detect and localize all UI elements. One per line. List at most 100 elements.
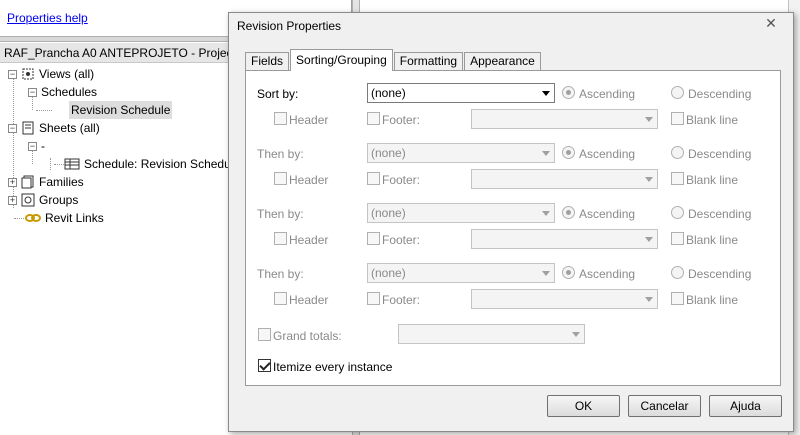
then-ascending-label: Ascending xyxy=(579,207,636,221)
revision-properties-dialog: Revision Properties ✕ Fields Sorting/Gro… xyxy=(228,12,794,432)
then-by-label: Then by: xyxy=(257,267,304,281)
cancel-button[interactable]: Cancelar xyxy=(628,395,701,417)
then-footer-checkbox[interactable] xyxy=(367,232,380,245)
tree-item-sheet-dash[interactable]: − - xyxy=(28,137,45,155)
sort-ascending-label: Ascending xyxy=(579,87,636,101)
chevron-down-icon xyxy=(572,332,580,337)
grand-totals-select[interactable] xyxy=(398,324,585,344)
sort-footer-checkbox[interactable] xyxy=(367,112,380,125)
then-blank-line-label: Blank line xyxy=(686,293,739,307)
tree-item-sheets[interactable]: − Sheets (all) xyxy=(8,119,100,137)
then-ascending-radio[interactable] xyxy=(562,206,575,219)
chevron-down-icon xyxy=(645,177,653,182)
then-blank-line-checkbox[interactable] xyxy=(671,232,684,245)
sort-footer-select[interactable] xyxy=(471,109,658,129)
itemize-checkbox[interactable] xyxy=(258,359,271,372)
then-footer-select[interactable] xyxy=(471,289,658,309)
then-ascending-radio[interactable] xyxy=(562,146,575,159)
then-header-checkbox[interactable] xyxy=(274,232,287,245)
chevron-down-icon xyxy=(645,297,653,302)
tab-fields[interactable]: Fields xyxy=(245,52,290,71)
then-footer-label: Footer: xyxy=(382,173,421,187)
chevron-down-icon xyxy=(542,151,550,156)
link-icon xyxy=(25,211,41,225)
then-footer-label: Footer: xyxy=(382,293,421,307)
then-footer-select[interactable] xyxy=(471,229,658,249)
schedule-table-icon xyxy=(64,157,80,171)
then-blank-line-label: Blank line xyxy=(686,233,739,247)
close-button[interactable]: ✕ xyxy=(751,13,791,33)
then-footer-label: Footer: xyxy=(382,233,421,247)
then-by-label: Then by: xyxy=(257,207,304,221)
views-icon xyxy=(21,67,35,81)
collapse-icon[interactable]: − xyxy=(8,69,17,79)
expand-icon[interactable]: + xyxy=(8,195,17,205)
then-descending-radio[interactable] xyxy=(671,146,684,159)
chevron-down-icon xyxy=(542,211,550,216)
tab-appearance[interactable]: Appearance xyxy=(464,52,541,71)
collapse-icon[interactable]: − xyxy=(8,123,17,133)
then-descending-label: Descending xyxy=(688,147,752,161)
chevron-down-icon xyxy=(542,271,550,276)
tab-strip: Fields Sorting/Grouping Formatting Appea… xyxy=(245,49,542,71)
families-icon xyxy=(21,175,35,189)
then-header-checkbox[interactable] xyxy=(274,172,287,185)
collapse-icon[interactable]: − xyxy=(28,141,37,151)
sort-blank-line-label: Blank line xyxy=(686,113,739,127)
tree-item-schedules[interactable]: − Schedules xyxy=(28,83,97,101)
then-footer-checkbox[interactable] xyxy=(367,292,380,305)
sort-header-label: Header xyxy=(289,113,329,127)
chevron-down-icon xyxy=(645,237,653,242)
chevron-down-icon xyxy=(542,91,550,96)
then-descending-label: Descending xyxy=(688,207,752,221)
groups-icon xyxy=(21,193,35,207)
then-by-select[interactable]: (none) xyxy=(367,263,555,283)
then-blank-line-checkbox[interactable] xyxy=(671,172,684,185)
then-descending-label: Descending xyxy=(688,267,752,281)
then-descending-radio[interactable] xyxy=(671,206,684,219)
close-icon: ✕ xyxy=(765,14,777,31)
tab-sorting-grouping[interactable]: Sorting/Grouping xyxy=(290,49,393,71)
tree-item-schedule-revision[interactable]: Schedule: Revision Schedule xyxy=(64,155,240,173)
then-footer-checkbox[interactable] xyxy=(367,172,380,185)
sort-by-select[interactable]: (none) xyxy=(367,83,555,103)
expand-icon[interactable]: + xyxy=(8,177,17,187)
tab-formatting[interactable]: Formatting xyxy=(393,52,464,71)
then-header-label: Header xyxy=(289,293,329,307)
grand-totals-label: Grand totals: xyxy=(273,329,342,343)
then-ascending-radio[interactable] xyxy=(562,266,575,279)
then-by-select[interactable]: (none) xyxy=(367,203,555,223)
then-blank-line-label: Blank line xyxy=(686,173,739,187)
sort-header-checkbox[interactable] xyxy=(274,112,287,125)
then-ascending-label: Ascending xyxy=(579,267,636,281)
then-by-label: Then by: xyxy=(257,147,304,161)
sort-descending-label: Descending xyxy=(688,87,752,101)
tree-item-revit-links[interactable]: Revit Links xyxy=(25,209,104,227)
then-header-checkbox[interactable] xyxy=(274,292,287,305)
sort-by-label: Sort by: xyxy=(257,87,299,101)
dialog-title: Revision Properties xyxy=(237,19,342,33)
sort-ascending-radio[interactable] xyxy=(562,86,575,99)
properties-help-link[interactable]: Properties help xyxy=(7,11,88,25)
collapse-icon[interactable]: − xyxy=(28,87,37,97)
chevron-down-icon xyxy=(645,117,653,122)
tree-item-families[interactable]: + Families xyxy=(8,173,84,191)
tree-item-groups[interactable]: + Groups xyxy=(8,191,78,209)
tree-item-revision-schedule[interactable]: Revision Schedule xyxy=(69,101,173,119)
sorting-grouping-panel: Sort by: (none) Ascending Descending Hea… xyxy=(245,70,781,386)
then-header-label: Header xyxy=(289,233,329,247)
ok-button[interactable]: OK xyxy=(547,395,620,417)
then-descending-radio[interactable] xyxy=(671,266,684,279)
sort-descending-radio[interactable] xyxy=(671,86,684,99)
help-button[interactable]: Ajuda xyxy=(709,395,782,417)
grand-totals-checkbox[interactable] xyxy=(258,328,271,341)
then-footer-select[interactable] xyxy=(471,169,658,189)
then-by-select[interactable]: (none) xyxy=(367,143,555,163)
then-ascending-label: Ascending xyxy=(579,147,636,161)
tree-item-views[interactable]: − Views (all) xyxy=(8,65,94,83)
sheets-icon xyxy=(21,121,35,135)
itemize-label: Itemize every instance xyxy=(273,360,393,374)
then-header-label: Header xyxy=(289,173,329,187)
then-blank-line-checkbox[interactable] xyxy=(671,292,684,305)
sort-blank-line-checkbox[interactable] xyxy=(671,112,684,125)
